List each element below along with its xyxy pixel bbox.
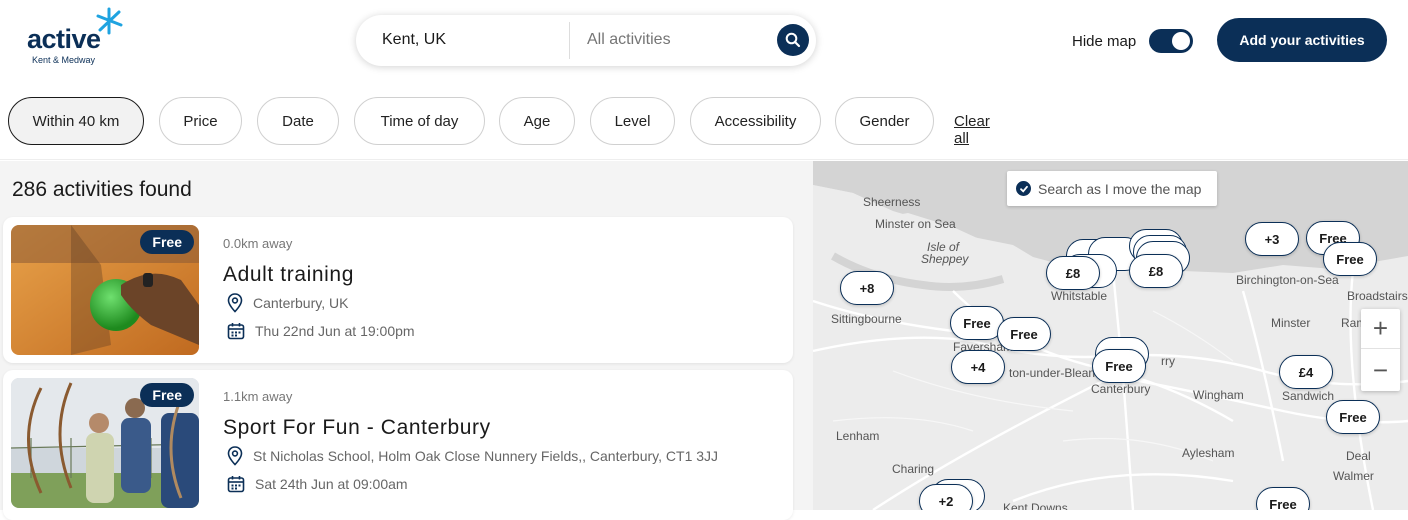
zoom-in-button[interactable]: + (1361, 309, 1400, 349)
search-as-move-checkbox[interactable]: Search as I move the map (1007, 171, 1217, 206)
map-place-label: Birchington-on-Sea (1236, 273, 1339, 287)
toggle-knob (1172, 32, 1190, 50)
results-count: 286 activities found (12, 178, 192, 201)
search-bar: Kent, UK (356, 15, 816, 66)
map[interactable]: Sheerness Minster on Sea Isle of Sheppey… (813, 161, 1408, 510)
star-icon (96, 7, 123, 35)
price-badge: Free (140, 383, 194, 407)
activity-card[interactable]: Free 1.1km away Sport For Fun - Canterbu… (3, 370, 793, 520)
clear-all-link[interactable]: Clear all (954, 113, 990, 147)
location-pin-icon (227, 293, 243, 313)
map-place-label: Whitstable (1051, 289, 1108, 303)
map-place-label: Minster on Sea (875, 217, 956, 231)
search-as-move-label: Search as I move the map (1038, 180, 1202, 197)
activity-distance: 0.0km away (223, 236, 293, 251)
activity-location-row: St Nicholas School, Holm Oak Close Nunne… (227, 446, 718, 466)
map-pin[interactable]: Free (950, 306, 1004, 340)
map-place-label: Sheppey (921, 252, 969, 266)
map-place-label: Charing (892, 462, 935, 476)
checkmark-icon (1016, 181, 1031, 196)
map-place-label: Aylesham (1182, 446, 1235, 460)
map-place-label: Broadstairs (1347, 289, 1408, 303)
location-input[interactable]: Kent, UK (382, 31, 446, 49)
filter-accessibility[interactable]: Accessibility (690, 97, 821, 145)
map-place-label: Canterbury (1091, 382, 1151, 396)
price-badge: Free (140, 230, 194, 254)
map-pin[interactable]: Free (1326, 400, 1380, 434)
map-pin[interactable]: Free (997, 317, 1051, 351)
map-place-label: Minster (1271, 316, 1311, 330)
activity-datetime: Sat 24th Jun at 09:00am (255, 476, 408, 492)
logo[interactable]: active Kent & Medway (26, 6, 136, 68)
filter-level[interactable]: Level (590, 97, 675, 145)
map-place-label: Kent Downs (1003, 501, 1068, 510)
map-pin[interactable]: £8 (1046, 256, 1100, 290)
filter-date[interactable]: Date (257, 97, 339, 145)
activity-date-row: Thu 22nd Jun at 19:00pm (227, 322, 415, 340)
filter-price[interactable]: Price (159, 97, 242, 145)
zoom-out-button[interactable]: − (1361, 350, 1400, 390)
logo-subtitle: Kent & Medway (32, 55, 96, 65)
activity-location-row: Canterbury, UK (227, 293, 348, 313)
map-place-label: Deal (1346, 449, 1371, 463)
filter-gender[interactable]: Gender (835, 97, 934, 145)
calendar-icon (227, 323, 245, 340)
logo-text: active (27, 24, 101, 54)
map-base (813, 161, 1408, 510)
map-place-label: Sandwich (1282, 389, 1335, 403)
zoom-controls: + − (1361, 309, 1400, 391)
activity-image: Free (11, 378, 199, 508)
activity-image: Free (11, 225, 199, 355)
map-place-label: Walmer (1333, 469, 1374, 483)
activity-distance: 1.1km away (223, 389, 293, 404)
filter-time-of-day[interactable]: Time of day (354, 97, 485, 145)
map-pin[interactable]: +3 (1245, 222, 1299, 256)
map-pin[interactable]: +2 (919, 484, 973, 510)
search-divider (569, 22, 570, 59)
header: active Kent & Medway Kent, UK Hide map A… (0, 0, 1408, 160)
calendar-icon (227, 476, 245, 493)
activity-title[interactable]: Adult training (223, 263, 354, 287)
activity-location: Canterbury, UK (253, 295, 349, 311)
activities-input[interactable] (587, 31, 767, 49)
map-pin[interactable]: Free (1323, 242, 1377, 276)
map-pin[interactable]: £8 (1129, 254, 1183, 288)
map-place-label: rry (1161, 354, 1175, 368)
map-pin[interactable]: £4 (1279, 355, 1333, 389)
map-place-label: Sheerness (863, 195, 921, 209)
hide-map-label: Hide map (1072, 33, 1137, 50)
activity-card[interactable]: Free 0.0km away Adult training Canterbur… (3, 217, 793, 363)
results-panel: 286 activities found Free 0.0km away Adu… (0, 161, 813, 520)
map-pin[interactable]: Free (1256, 487, 1310, 510)
activity-location: St Nicholas School, Holm Oak Close Nunne… (253, 448, 719, 464)
hide-map-toggle[interactable] (1149, 29, 1193, 53)
map-pin[interactable]: +4 (951, 350, 1005, 384)
search-icon (785, 32, 801, 48)
filter-age[interactable]: Age (499, 97, 575, 145)
filter-distance[interactable]: Within 40 km (8, 97, 144, 145)
map-place-label: ton-under-Blean (1009, 366, 1096, 380)
map-place-label: Lenham (836, 429, 880, 443)
map-place-label: Wingham (1193, 388, 1244, 402)
activity-date-row: Sat 24th Jun at 09:00am (227, 475, 408, 493)
search-button[interactable] (777, 24, 809, 56)
map-pin[interactable]: Free (1092, 349, 1146, 383)
activity-title[interactable]: Sport For Fun - Canterbury (223, 416, 491, 440)
map-place-label: Sittingbourne (831, 312, 902, 326)
activity-datetime: Thu 22nd Jun at 19:00pm (255, 323, 415, 339)
add-activities-button[interactable]: Add your activities (1217, 18, 1387, 62)
location-pin-icon (227, 446, 243, 466)
map-pin[interactable]: +8 (840, 271, 894, 305)
